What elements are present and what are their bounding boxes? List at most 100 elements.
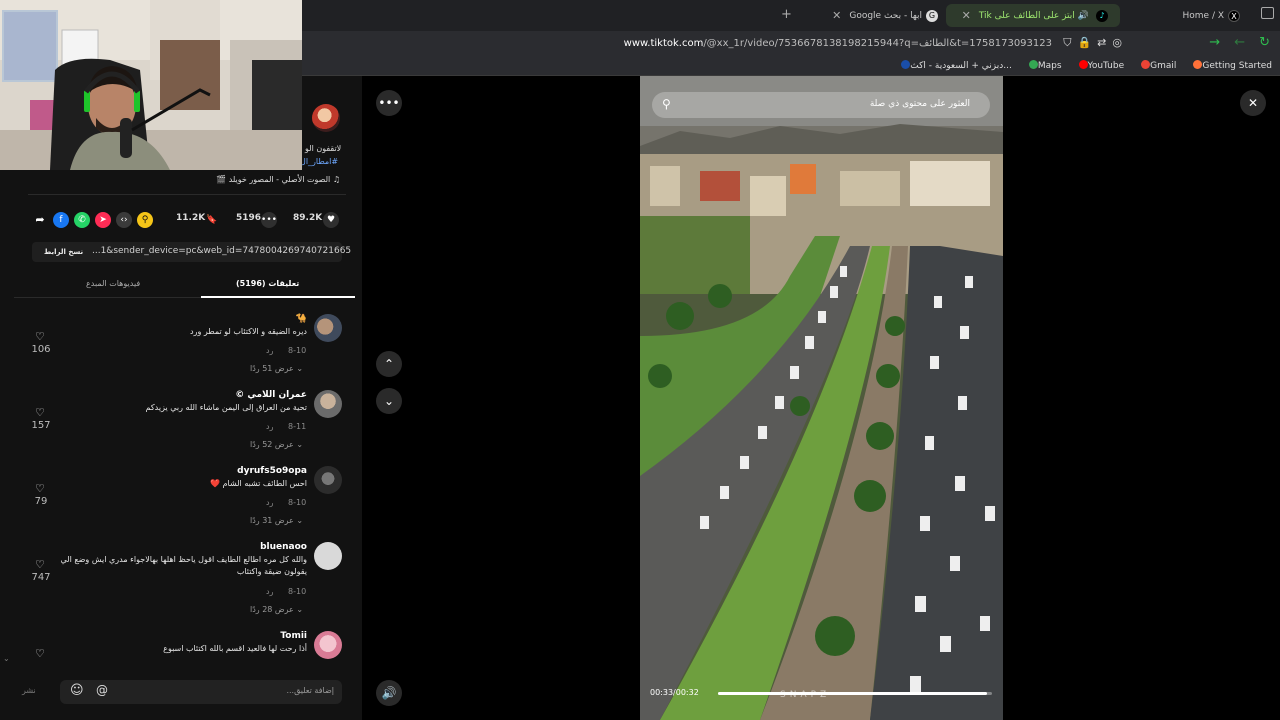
url-field[interactable]: www.tiktok.com/@xx_1r/video/753667813819…	[624, 38, 1052, 49]
sound-name: الصوت الأصلي - المصور خويلد 🎬	[216, 175, 331, 184]
comment-text: أذا رحت لها فالعيد اقسم بالله اكتئاب اسب…	[163, 644, 307, 653]
eye-off-icon[interactable]: ◎	[1112, 36, 1122, 50]
heart-icon[interactable]: ♡	[35, 558, 45, 571]
close-icon[interactable]: ✕	[832, 9, 841, 22]
heart-icon[interactable]: ♡	[35, 482, 45, 495]
comment-username[interactable]: عمران اللامي ©	[235, 390, 307, 400]
share-link-text[interactable]: ...1&sender_device=pc&web_id=74780042697…	[92, 246, 351, 256]
view-replies-button[interactable]: ⌄ عرض 51 ردًا	[250, 364, 303, 373]
tab-title: ابها - بحث Google	[849, 10, 922, 21]
reply-button[interactable]: رد	[266, 346, 273, 355]
mention-icon[interactable]: @	[96, 683, 108, 697]
saves-count: 11.2K	[176, 213, 206, 223]
tab-title: Home / X	[1182, 10, 1225, 21]
send-icon[interactable]: ➤	[95, 212, 111, 228]
back-arrow-icon[interactable]: ←	[1234, 35, 1245, 50]
bookmark-disney[interactable]: دبزني + السعودية - اكث...	[898, 60, 1012, 71]
avatar[interactable]	[314, 390, 342, 418]
comment-date: 8-10	[288, 346, 307, 355]
tab-tiktok[interactable]: ♪ 🔊 ابتز على الطائف على Tik ✕	[945, 4, 1120, 27]
avatar[interactable]	[314, 314, 342, 342]
related-content-search[interactable]: ⚲ العثور على محتوى ذي صلة	[652, 92, 990, 118]
tab-x-home[interactable]: X Home / X	[1183, 4, 1245, 27]
comment-icon[interactable]: •••	[261, 212, 277, 228]
close-icon[interactable]: ✕	[962, 9, 971, 22]
maps-icon	[1028, 60, 1038, 69]
heart-icon[interactable]: ♡	[35, 330, 45, 343]
speaker-icon[interactable]: 🔊	[1078, 11, 1089, 21]
comment-likes: 747	[31, 572, 51, 583]
avatar[interactable]	[314, 466, 342, 494]
comment-likes: 106	[31, 344, 51, 355]
reload-icon[interactable]: ↻	[1259, 35, 1270, 50]
more-options-button[interactable]: •••	[376, 90, 402, 116]
window-control-icon[interactable]	[1261, 7, 1274, 19]
avatar[interactable]	[314, 542, 342, 570]
url-path: /@xx_1r/video/7536678138198215944?q=الطا…	[703, 38, 1052, 49]
comment-username[interactable]: Tomii	[280, 631, 307, 641]
heart-icon[interactable]: ♡	[35, 406, 45, 419]
sound-row[interactable]: ♫ الصوت الأصلي - المصور خويلد 🎬	[216, 175, 340, 184]
avatar[interactable]	[314, 631, 342, 659]
tab-creator-videos[interactable]: فيديوهات المبدع	[86, 279, 140, 288]
search-icon: ⚲	[662, 97, 671, 111]
tab-comments[interactable]: تعليقات (5196)	[236, 279, 299, 288]
shield-icon[interactable]: ⛉	[1063, 36, 1071, 50]
close-button[interactable]: ✕	[1240, 90, 1266, 116]
scroll-down-icon[interactable]: ⌄	[3, 654, 10, 663]
reply-button[interactable]: رد	[266, 498, 273, 507]
previous-video-button[interactable]: ⌃	[376, 351, 402, 377]
post-hashtag[interactable]: #امطار_ال	[300, 157, 338, 166]
share-link-row: نسخ الرابط ...1&sender_device=pc&web_id=…	[32, 242, 351, 262]
nav-controls: → ← ↻	[1209, 35, 1270, 50]
more-share-icon[interactable]: ⚲	[137, 212, 153, 228]
heart-icon[interactable]: ♥	[323, 212, 339, 228]
reply-button[interactable]: رد	[266, 422, 273, 431]
bookmark-maps[interactable]: Maps	[1026, 60, 1062, 71]
copy-link-button[interactable]: نسخ الرابط	[38, 244, 89, 260]
comment-text: والله كل مره اطالع الطايف اقول ياحظ اهله…	[60, 555, 307, 576]
bookmark-getting-started[interactable]: Getting Started	[1190, 60, 1272, 71]
view-replies-label: عرض 31 ردًا	[250, 516, 294, 525]
author-avatar[interactable]	[312, 104, 340, 132]
bookmark-icon[interactable]: 🔖	[204, 212, 220, 228]
forward-arrow-icon[interactable]: →	[1209, 35, 1220, 50]
bookmark-gmail[interactable]: Gmail	[1138, 60, 1176, 71]
music-note-icon: ♫	[330, 175, 340, 184]
facebook-icon[interactable]: f	[53, 212, 69, 228]
lock-icon[interactable]: 🔒	[1077, 36, 1091, 50]
video-progress-bar[interactable]	[718, 692, 992, 695]
volume-button[interactable]: 🔊	[376, 680, 402, 706]
tune-icon[interactable]: ⇄	[1097, 36, 1106, 50]
post-comment-button[interactable]: نشر	[22, 686, 36, 695]
bookmark-label: دبزني + السعودية - اكث...	[910, 61, 1012, 71]
comment-username[interactable]: dyrufs5o9opa	[237, 466, 307, 476]
share-arrow-icon[interactable]: ➦	[32, 212, 48, 228]
comment-username[interactable]: 🐪	[296, 314, 307, 324]
google-icon: G	[926, 9, 938, 22]
tab-google-search[interactable]: G ابها - بحث Google ✕	[824, 4, 942, 27]
new-tab-button[interactable]: +	[781, 7, 792, 22]
webcam-image	[0, 0, 302, 170]
search-placeholder: العثور على محتوى ذي صلة	[869, 99, 970, 109]
comment-username[interactable]: bluenaoo	[260, 542, 307, 552]
emoji-icon[interactable]: ☺	[70, 683, 84, 698]
view-replies-label: عرض 51 ردًا	[250, 364, 294, 373]
video-player[interactable]: ⚲ العثور على محتوى ذي صلة SNAPZ 00:33/00…	[640, 76, 1003, 720]
view-replies-button[interactable]: ⌄ عرض 31 ردًا	[250, 516, 303, 525]
embed-icon[interactable]: ‹›	[116, 212, 132, 228]
chevron-up-icon: ⌃	[383, 357, 395, 371]
comments-tabs: فيديوهات المبدع تعليقات (5196)	[14, 274, 355, 298]
view-replies-button[interactable]: ⌄ عرض 52 ردًا	[250, 440, 303, 449]
bookmark-youtube[interactable]: YouTube	[1076, 60, 1124, 71]
comment-date: 8-11	[288, 422, 307, 431]
whatsapp-icon[interactable]: ✆	[74, 212, 90, 228]
more-icon: •••	[378, 96, 400, 110]
view-replies-button[interactable]: ⌄ عرض 28 ردًا	[250, 605, 303, 614]
comment-likes: 79	[34, 496, 48, 507]
heart-icon[interactable]: ♡	[35, 647, 45, 660]
close-icon: ✕	[1247, 96, 1259, 110]
next-video-button[interactable]: ⌄	[376, 388, 402, 414]
comment-input[interactable]: ☺ @ إضافة تعليق...	[60, 680, 342, 704]
reply-button[interactable]: رد	[266, 587, 273, 596]
